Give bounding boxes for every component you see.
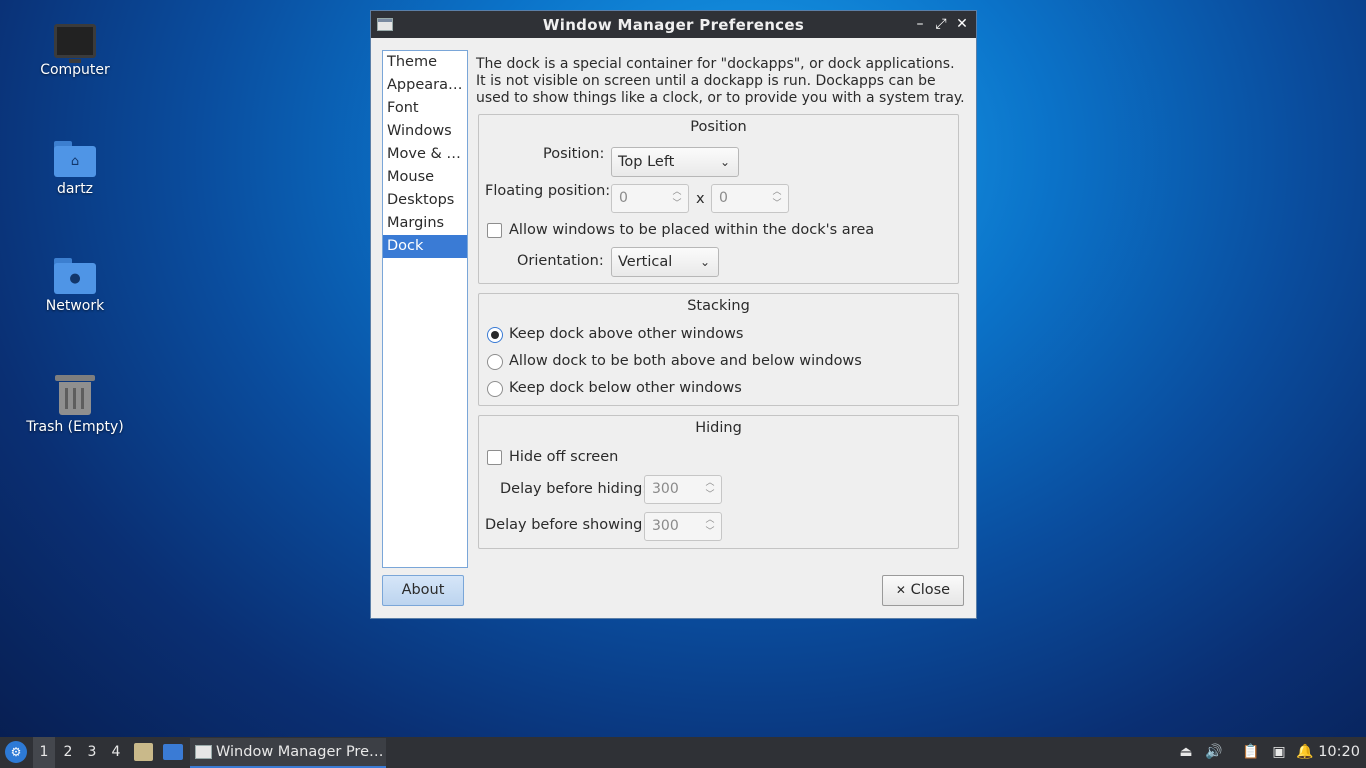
eject-icon[interactable]: ⏏: [1177, 743, 1195, 761]
nav-item-mouse[interactable]: Mouse: [383, 166, 467, 189]
spin-arrows-icon[interactable]: ︿ ﹀: [704, 514, 716, 538]
position-dropdown-value: Top Left: [618, 154, 675, 170]
clipboard-icon[interactable]: 📋: [1242, 743, 1260, 761]
hide-off-screen-label[interactable]: Hide off screen: [509, 449, 618, 465]
stacking-radio-above[interactable]: [487, 327, 503, 343]
minimize-icon[interactable]: –: [911, 15, 929, 33]
trash-icon: [55, 375, 95, 415]
hiding-group-title: Hiding: [695, 420, 742, 436]
nav-item-windows[interactable]: Windows: [383, 120, 467, 143]
volume-icon[interactable]: 🔊: [1205, 743, 1223, 761]
window-task-icon: [195, 745, 212, 759]
stacking-option-below[interactable]: Keep dock below other windows: [509, 380, 742, 396]
close-button[interactable]: ✕ Close: [882, 575, 964, 606]
desktop-switch-4[interactable]: 4: [105, 737, 127, 768]
allow-in-dock-checkbox[interactable]: [487, 223, 502, 238]
nav-item-move[interactable]: Move & …: [383, 143, 467, 166]
nav-item-desktops[interactable]: Desktops: [383, 189, 467, 212]
home-folder-icon: ⌂: [54, 141, 96, 177]
close-button-label: Close: [910, 582, 951, 598]
maximize-icon[interactable]: ⤢: [932, 15, 950, 33]
notification-icon[interactable]: 🔔: [1296, 743, 1314, 761]
nav-item-appearance[interactable]: Appeara…: [383, 74, 467, 97]
position-group-title: Position: [690, 119, 747, 135]
spin-arrows-icon[interactable]: ︿ ﹀: [704, 477, 716, 501]
taskbar: ⚙ 1 2 3 4 Window Manager Pre… ⏏ 🔊 📋 ▣ 🔔 …: [0, 737, 1366, 768]
desktop-icon-home[interactable]: ⌂ dartz: [20, 141, 130, 197]
delay-showing-spinbox[interactable]: 300 ︿ ﹀: [644, 512, 722, 541]
allow-in-dock-label[interactable]: Allow windows to be placed within the do…: [509, 222, 874, 238]
floating-y-value: 0: [719, 190, 728, 206]
clock[interactable]: 10:20: [1318, 737, 1360, 768]
desktop-icon-network[interactable]: ● Network: [20, 258, 130, 314]
start-menu-icon[interactable]: ⚙: [5, 741, 27, 763]
nav-item-theme[interactable]: Theme: [383, 51, 467, 74]
position-dropdown[interactable]: Top Left ⌄: [611, 147, 739, 177]
network-icon[interactable]: ▣: [1270, 743, 1288, 761]
stacking-option-above[interactable]: Keep dock above other windows: [509, 326, 743, 342]
window-titlebar[interactable]: Window Manager Preferences – ⤢ ✕: [371, 11, 976, 38]
stacking-radio-below[interactable]: [487, 381, 503, 397]
hiding-group: Hiding Hide off screen Delay before hidi…: [478, 415, 959, 549]
desktop-icon-computer[interactable]: Computer: [20, 24, 130, 78]
hide-off-screen-checkbox[interactable]: [487, 450, 502, 465]
desktop-switch-1[interactable]: 1: [33, 737, 55, 768]
stacking-group-title: Stacking: [687, 298, 750, 314]
chevron-down-icon: ⌄: [699, 255, 710, 269]
desktop-icon-label: dartz: [56, 181, 94, 197]
orientation-label: Orientation:: [517, 253, 604, 269]
about-button[interactable]: About: [382, 575, 464, 606]
desktop-switch-2[interactable]: 2: [57, 737, 79, 768]
file-manager-launcher-icon[interactable]: [134, 743, 153, 761]
network-folder-icon: ●: [54, 258, 96, 294]
nav-item-margins[interactable]: Margins: [383, 212, 467, 235]
desktop-switch-3[interactable]: 3: [81, 737, 103, 768]
delay-hiding-value: 300: [652, 481, 679, 497]
taskbar-window-button[interactable]: Window Manager Pre…: [190, 738, 386, 768]
floating-y-spinbox[interactable]: 0 ︿ ﹀: [711, 184, 789, 213]
desktop-icon-label: Trash (Empty): [26, 419, 124, 435]
nav-item-font[interactable]: Font: [383, 97, 467, 120]
show-desktop-icon[interactable]: [163, 744, 183, 760]
window-title: Window Manager Preferences: [542, 16, 805, 34]
stacking-option-both[interactable]: Allow dock to be both above and below wi…: [509, 353, 862, 369]
chevron-down-icon: ⌄: [719, 155, 730, 169]
task-title: Window Manager Pre…: [216, 744, 384, 760]
delay-hiding-label: Delay before hiding:: [500, 481, 648, 497]
orientation-dropdown[interactable]: Vertical ⌄: [611, 247, 719, 277]
spin-arrows-icon[interactable]: ︿ ﹀: [771, 186, 783, 210]
floating-x-spinbox[interactable]: 0 ︿ ﹀: [611, 184, 689, 213]
position-label: Position:: [543, 146, 605, 162]
floating-position-label: Floating position:: [485, 183, 611, 199]
close-window-icon[interactable]: ✕: [953, 15, 971, 33]
preferences-window: Window Manager Preferences – ⤢ ✕ Theme A…: [370, 10, 977, 619]
stacking-radio-both[interactable]: [487, 354, 503, 370]
orientation-dropdown-value: Vertical: [618, 254, 673, 270]
preferences-nav-list: Theme Appeara… Font Windows Move & … Mou…: [382, 50, 468, 568]
desktop-icon-label: Network: [45, 298, 105, 314]
desktop-icon-trash[interactable]: Trash (Empty): [20, 375, 130, 435]
nav-item-dock[interactable]: Dock: [383, 235, 467, 258]
dock-description: The dock is a special container for "doc…: [476, 56, 965, 106]
desktop-icon-label: Computer: [40, 62, 110, 78]
spin-arrows-icon[interactable]: ︿ ﹀: [671, 186, 683, 210]
close-icon: ✕: [895, 583, 906, 597]
delay-hiding-spinbox[interactable]: 300 ︿ ﹀: [644, 475, 722, 504]
position-group: Position Position: Top Left ⌄ Floating p…: [478, 114, 959, 284]
computer-icon: [54, 24, 96, 63]
stacking-group: Stacking Keep dock above other windows A…: [478, 293, 959, 406]
floating-x-value: 0: [619, 190, 628, 206]
delay-showing-value: 300: [652, 518, 679, 534]
delay-showing-label: Delay before showing:: [485, 517, 648, 533]
floating-separator: x: [696, 191, 705, 207]
